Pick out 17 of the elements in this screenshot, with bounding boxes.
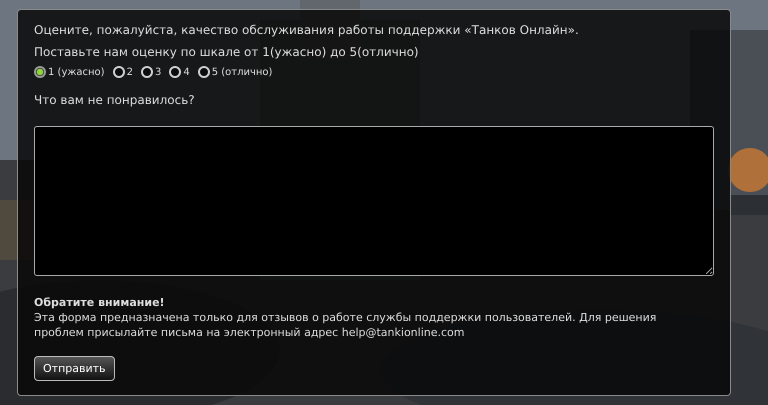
- notice-title: Обратите внимание!: [34, 296, 166, 310]
- radio-icon[interactable]: [34, 66, 46, 78]
- radio-icon[interactable]: [140, 66, 153, 78]
- rating-option[interactable]: 5 (отлично): [198, 66, 272, 78]
- intro-text: Оцените, пожалуйста, качество обслуживания работы поддержки «Танков Онлайн».: [34, 22, 580, 38]
- submit-button[interactable]: Отправить: [34, 356, 115, 381]
- rating-option[interactable]: 2: [112, 66, 133, 78]
- radio-icon[interactable]: [169, 66, 182, 78]
- scale-prompt: Поставьте нам оценку по шкале от 1(ужасно) до 5(отлично): [34, 44, 420, 60]
- radio-icon[interactable]: [198, 66, 210, 78]
- question-label: Что вам не понравилось?: [34, 92, 196, 108]
- rating-option[interactable]: 1 (ужасно): [34, 66, 105, 78]
- notice-text: Эта форма предназначена только для отзывов о работе службы поддержки пользователей. Для решения проблем присылайте письма на электронный адрес help@tankionline.com: [34, 310, 658, 340]
- rating-option[interactable]: 3: [140, 66, 162, 78]
- radio-icon[interactable]: [112, 66, 125, 78]
- rating-option[interactable]: 4: [169, 66, 190, 78]
- comment-field[interactable]: [34, 126, 714, 276]
